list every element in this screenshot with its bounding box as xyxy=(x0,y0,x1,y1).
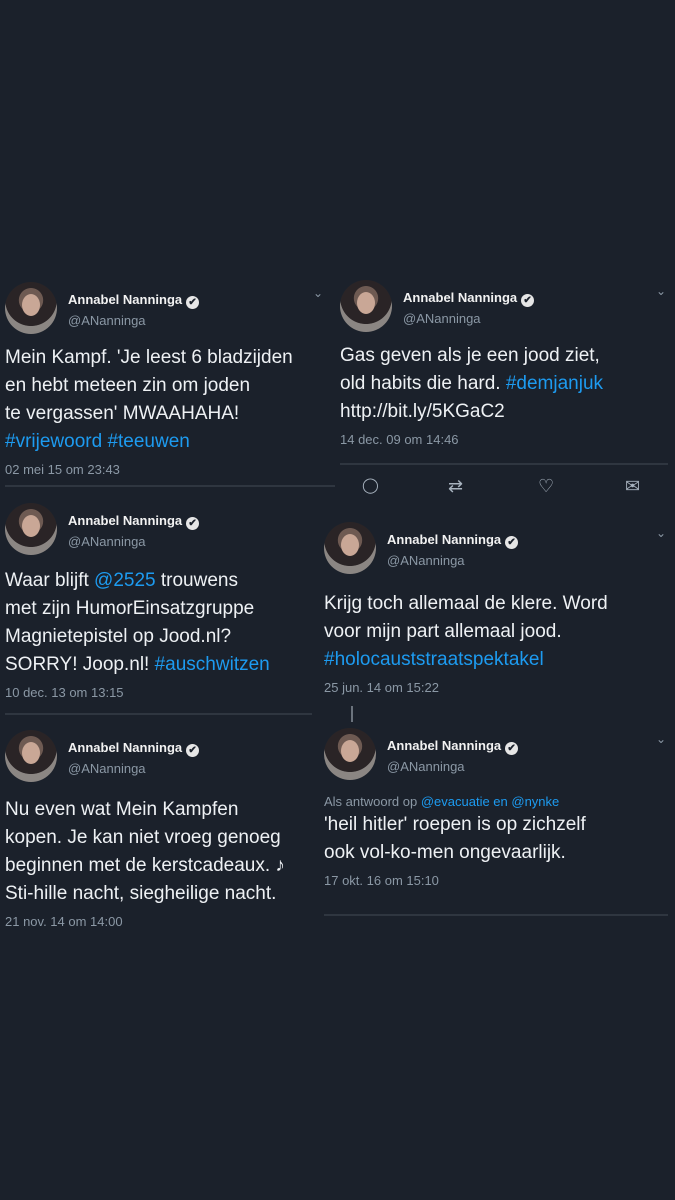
verified-icon: ✔ xyxy=(186,296,200,309)
verified-icon: ✔ xyxy=(505,536,519,549)
tweet-text-line: voor mijn part allemaal jood. xyxy=(324,621,562,642)
tweet-text-line: 'heil hitler' roepen is op zichzelf xyxy=(324,814,586,835)
message-icon[interactable]: ✉ xyxy=(625,476,640,497)
timestamp[interactable]: 17 okt. 16 om 15:10 xyxy=(324,873,670,888)
author-handle[interactable]: @ANanninga xyxy=(68,761,146,776)
timestamp[interactable]: 02 mei 15 om 23:43 xyxy=(5,462,330,477)
tweet-text-line: te vergassen' MWAAHAHA! xyxy=(5,403,240,424)
tweet-card[interactable]: Annabel Nanninga ✔ @ANanninga Nu even wat… xyxy=(5,730,330,929)
url-link[interactable]: http://bit.ly/5KGaC2 xyxy=(340,398,670,426)
verified-icon: ✔ xyxy=(186,744,200,757)
tweet-text-line: en hebt meteen zin om joden xyxy=(5,375,251,396)
tweet-card[interactable]: Annabel Nanninga ✔ @ANanninga ⌄ Gas geven… xyxy=(340,280,670,447)
reply-mentions-link[interactable]: @evacuatie en @nynke xyxy=(421,794,559,809)
author-name[interactable]: Annabel Nanninga xyxy=(403,290,517,305)
author-name[interactable]: Annabel Nanninga xyxy=(387,532,501,547)
chevron-down-icon[interactable]: ⌄ xyxy=(656,284,666,298)
tweet-card[interactable]: Annabel Nanninga ✔ @ANanninga ⌄ Als antwo… xyxy=(324,728,670,888)
tweet-card[interactable]: Annabel Nanninga ✔ @ANanninga ⌄ Krijg toc… xyxy=(324,522,670,695)
thread-connector xyxy=(351,706,353,722)
tweet-text-line: Gas geven als je een jood ziet, xyxy=(340,345,600,366)
avatar[interactable] xyxy=(5,730,57,782)
tweet-text-line: kopen. Je kan niet vroeg genoeg xyxy=(5,827,281,848)
timestamp[interactable]: 25 jun. 14 om 15:22 xyxy=(324,680,670,695)
hashtag-link[interactable]: #auschwitzen xyxy=(155,654,270,675)
avatar[interactable] xyxy=(5,503,57,555)
tweet-text-line: Sti-hille nacht, siegheilige nacht. xyxy=(5,883,277,904)
avatar[interactable] xyxy=(5,282,57,334)
hashtag-link[interactable]: #demjanjuk xyxy=(506,373,603,394)
tweet-text-line: old habits die hard. xyxy=(340,373,506,394)
tweet-text-line: ook vol-ko-men ongevaarlijk. xyxy=(324,842,566,863)
divider xyxy=(324,914,668,916)
tweet-text-line: Mein Kampf. 'Je leest 6 bladzijden xyxy=(5,347,293,368)
author-name[interactable]: Annabel Nanninga xyxy=(68,513,182,528)
tweet-text-line: Magnietepistel op Jood.nl? xyxy=(5,626,232,647)
chevron-down-icon[interactable]: ⌄ xyxy=(656,526,666,540)
avatar[interactable] xyxy=(340,280,392,332)
verified-icon: ✔ xyxy=(505,742,519,755)
tweet-card[interactable]: Annabel Nanninga ✔ @ANanninga Waar blijft… xyxy=(5,503,330,700)
author-handle[interactable]: @ANanninga xyxy=(387,759,465,774)
mention-link[interactable]: @2525 xyxy=(94,570,156,591)
tweet-text-line: Nu even wat Mein Kampfen xyxy=(5,799,239,820)
tweet-actions: ◯ ⇄ ♡ ✉ xyxy=(340,470,660,506)
like-icon[interactable]: ♡ xyxy=(538,476,554,497)
divider xyxy=(340,463,668,465)
tweet-text-line: Waar blijft xyxy=(5,570,95,591)
tweet-text-line: SORRY! Joop.nl! xyxy=(5,654,155,675)
author-name[interactable]: Annabel Nanninga xyxy=(387,738,501,753)
author-handle[interactable]: @ANanninga xyxy=(403,311,481,326)
tweet-text-line: met zijn HumorEinsatzgruppe xyxy=(5,598,255,619)
timestamp[interactable]: 21 nov. 14 om 14:00 xyxy=(5,914,330,929)
timestamp[interactable]: 14 dec. 09 om 14:46 xyxy=(340,432,670,447)
author-handle[interactable]: @ANanninga xyxy=(68,534,146,549)
retweet-icon[interactable]: ⇄ xyxy=(448,476,463,497)
chevron-down-icon[interactable]: ⌄ xyxy=(656,732,666,746)
divider xyxy=(5,713,312,715)
author-name[interactable]: Annabel Nanninga xyxy=(68,292,182,307)
hashtag-link[interactable]: #vrijewoord xyxy=(5,431,102,452)
author-name[interactable]: Annabel Nanninga xyxy=(68,740,182,755)
tweet-text-line: trouwens xyxy=(155,570,238,591)
tweet-text-line: Krijg toch allemaal de klere. Word xyxy=(324,593,608,614)
verified-icon: ✔ xyxy=(186,517,200,530)
reply-context-label: Als antwoord op xyxy=(324,794,421,809)
chevron-down-icon[interactable]: ⌄ xyxy=(313,286,323,300)
hashtag-link[interactable]: #teeuwen xyxy=(107,431,189,452)
reply-icon[interactable]: ◯ xyxy=(362,476,379,494)
timestamp[interactable]: 10 dec. 13 om 13:15 xyxy=(5,685,330,700)
divider xyxy=(5,485,335,487)
author-handle[interactable]: @ANanninga xyxy=(387,553,465,568)
tweet-card[interactable]: Annabel Nanninga ✔ @ANanninga ⌄ Mein Kamp… xyxy=(5,282,330,477)
verified-icon: ✔ xyxy=(521,294,535,307)
avatar[interactable] xyxy=(324,522,376,574)
tweet-text-line: beginnen met de kerstcadeaux. ♪ xyxy=(5,855,285,876)
hashtag-link[interactable]: #holocauststraatspektakel xyxy=(324,646,670,674)
author-handle[interactable]: @ANanninga xyxy=(68,313,146,328)
avatar[interactable] xyxy=(324,728,376,780)
